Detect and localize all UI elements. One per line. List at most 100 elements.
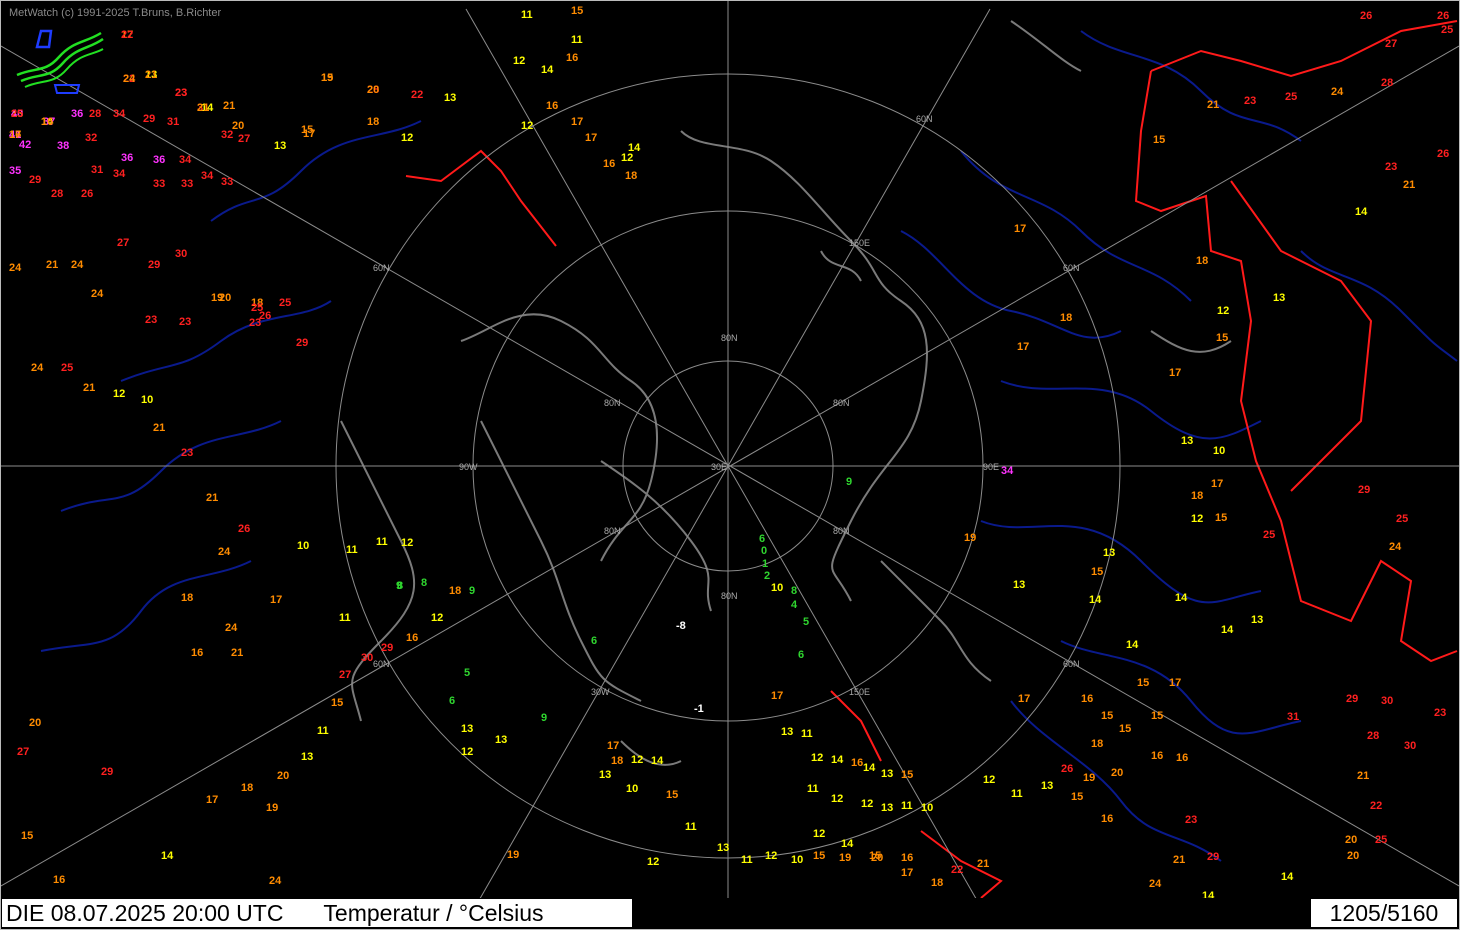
station-temperature: 21: [153, 422, 165, 434]
station-temperature: 26: [81, 188, 93, 200]
station-temperature: 20: [1345, 834, 1357, 846]
station-temperature: 38: [57, 140, 69, 152]
station-temperature: 13: [717, 842, 729, 854]
station-temperature: 26: [1360, 10, 1372, 22]
copyright-text: MetWatch (c) 1991-2025 T.Bruns, B.Richte…: [9, 7, 222, 19]
station-temperature: 19: [839, 852, 851, 864]
station-temperature: 16: [1151, 750, 1163, 762]
station-temperature: 18: [449, 585, 461, 597]
station-temperature: 8: [421, 577, 427, 589]
station-temperature: 22: [411, 89, 423, 101]
station-temperature: 11: [741, 854, 753, 866]
station-temperature: 23: [1385, 161, 1397, 173]
station-temperature: 20: [219, 292, 231, 304]
station-temperature: 17: [1211, 478, 1223, 490]
station-temperature: 34: [201, 170, 214, 182]
parameter-label: Temperatur / °Celsius: [323, 900, 544, 926]
station-temperature: 34: [113, 108, 126, 120]
station-temperature: 18: [367, 116, 379, 128]
latitude-label: 80N: [833, 398, 850, 408]
station-temperature: 14: [651, 755, 664, 767]
station-temperature: 17: [9, 129, 21, 141]
station-temperature: 17: [1018, 693, 1030, 705]
station-temperature: 26: [1061, 763, 1073, 775]
station-temperature: 17: [607, 740, 619, 752]
station-temperature: 6: [759, 533, 765, 545]
station-temperature: 16: [53, 874, 65, 886]
station-temperature: 25: [1263, 529, 1275, 541]
station-temperature: 27: [1385, 38, 1397, 50]
station-temperature: 15: [1137, 677, 1149, 689]
station-temperature: 11: [317, 725, 329, 737]
station-temperature: 18: [241, 782, 253, 794]
station-temperature: 25: [279, 297, 291, 309]
station-temperature: 21: [223, 100, 235, 112]
station-temperature: 20: [871, 852, 883, 864]
station-temperature: 20: [1111, 767, 1123, 779]
latitude-label: 80N: [721, 591, 738, 601]
station-temperature: 2: [764, 570, 770, 582]
station-temperature: 10: [626, 783, 638, 795]
station-temperature: 23: [1434, 707, 1446, 719]
station-temperature: 35: [9, 165, 21, 177]
station-temperature: 31: [91, 164, 103, 176]
station-temperature: 15: [813, 850, 825, 862]
station-temperature: 29: [296, 337, 308, 349]
station-temperature: 22: [1370, 800, 1382, 812]
station-temperature: 19: [964, 532, 976, 544]
temperature-map[interactable]: 60N 60N60N60N60N80N80N 80N80N 80N80N150E150…: [1, 1, 1459, 898]
station-temperature: 16: [901, 852, 913, 864]
station-temperature: 29: [1207, 851, 1219, 863]
station-temperature: 11: [376, 536, 388, 548]
station-temperature: 6: [798, 649, 804, 661]
station-temperature: 28: [89, 108, 101, 120]
station-temperature: 18: [625, 170, 637, 182]
station-temperature: 17: [1169, 677, 1181, 689]
station-temperature: 23: [1244, 95, 1256, 107]
station-temperature: 24: [225, 622, 238, 634]
station-temperature: 24: [91, 288, 104, 300]
station-temperature: 12: [401, 132, 413, 144]
longitude-label: 90E: [983, 462, 999, 472]
station-temperature: 24: [123, 73, 136, 85]
station-temperature: 32: [85, 132, 97, 144]
station-temperature: 23: [175, 87, 187, 99]
station-temperature: 18: [181, 592, 193, 604]
latitude-label: 80N: [604, 526, 621, 536]
station-temperature: 27: [238, 133, 250, 145]
station-temperature: 31: [167, 116, 179, 128]
station-temperature: 12: [647, 856, 659, 868]
station-temperature: 16: [406, 632, 418, 644]
station-temperature: 19: [1083, 772, 1095, 784]
station-temperature: 13: [444, 92, 456, 104]
station-temperature: 24: [9, 262, 22, 274]
station-temperature: 18: [1091, 738, 1103, 750]
latitude-label: 80N: [604, 398, 621, 408]
station-temperature: 16: [566, 52, 578, 64]
latitude-label: 80N: [833, 526, 850, 536]
station-temperature: 11: [1011, 788, 1023, 800]
station-temperature: 36: [121, 152, 133, 164]
station-temperature: 20: [29, 717, 41, 729]
station-temperature: 33: [181, 178, 193, 190]
station-temperature: 9: [469, 585, 475, 597]
station-temperature: 31: [1287, 711, 1299, 723]
station-temperature: 12: [813, 828, 825, 840]
station-temperature: 16: [191, 647, 203, 659]
station-temperature: 10: [921, 802, 933, 814]
station-temperature: 24: [1389, 541, 1402, 553]
station-temperature: 30: [175, 248, 187, 260]
station-temperature: 13: [495, 734, 507, 746]
station-temperature: 12: [401, 537, 413, 549]
station-temperature: 22: [951, 864, 963, 876]
station-temperature: 15: [1153, 134, 1165, 146]
station-temperature: 25: [61, 362, 73, 374]
station-temperature: 23: [179, 316, 191, 328]
station-temperature: 21: [46, 259, 58, 271]
station-temperature: 10: [1213, 445, 1225, 457]
station-temperature: 12: [631, 754, 643, 766]
station-temperature: 13: [781, 726, 793, 738]
station-temperature: 16: [1101, 813, 1113, 825]
station-temperature: 15: [1091, 566, 1103, 578]
